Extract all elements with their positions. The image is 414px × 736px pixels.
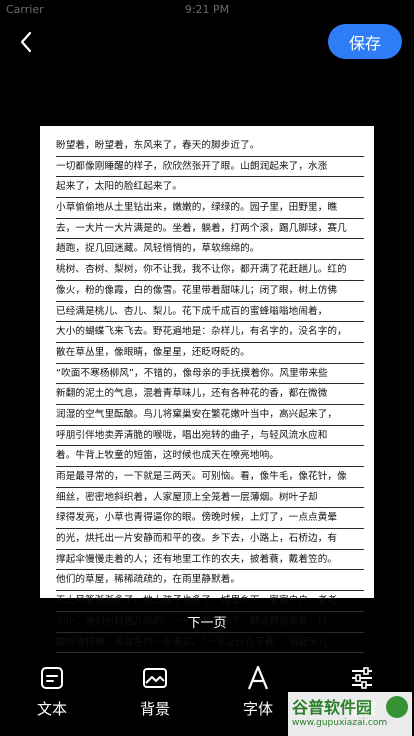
chevron-left-icon (20, 31, 32, 53)
text-line: 起来了，太阳的脸红起来了。 (56, 177, 364, 199)
text-line: 细丝，密密地斜织着，人家屋顶上全笼着一层薄烟。树叶子却 (56, 488, 364, 509)
text-line: 新翻的泥土的气息，混着青草味儿，还有各种花的香，都在微微 (56, 384, 364, 405)
watermark-logo-icon (386, 696, 408, 718)
tool-background[interactable]: 背景 (125, 660, 185, 724)
tool-text-label: 文本 (36, 700, 67, 718)
status-bar: Carrier 9:21 PM (0, 0, 414, 20)
text-line: 趟跑，捉几回迷藏。风轻悄悄的，草软绵绵的。 (56, 239, 364, 261)
text-line: 盼望着，盼望着，东风来了，春天的脚步近了。 (56, 136, 364, 157)
text-line: 大小的蝴蝶飞来飞去。野花遍地是：杂样儿，有名字的，没名字的， (56, 322, 364, 343)
text-line: 一切都像刚睡醒的样子，欣欣然张开了眼。山朗润起来了，水涨 (56, 157, 364, 178)
text-line: 桃树、杏树、梨树，你不让我，我不让你，都开满了花赶趟儿。红的 (56, 260, 364, 281)
text-line: 呼朋引伴地卖弄清脆的喉咙，唱出宛转的曲子，与轻风流水应和 (56, 426, 364, 447)
text-line: 润湿的空气里酝酿。鸟儿将窠巢安在繁花嫩叶当中，高兴起来了， (56, 405, 364, 426)
tool-text[interactable]: 文本 (22, 660, 82, 724)
watermark: 谷普软件园 www.gupuxiazai.com (288, 692, 412, 736)
next-page-button[interactable]: 下一页 (0, 612, 414, 631)
handwriting-page: 盼望着，盼望着，东风来了，春天的脚步近了。 一切都像刚睡醒的样子，欣欣然张开了眼。… (40, 126, 374, 654)
sliders-icon (352, 667, 372, 689)
text-line: 去，一大片一大片满是的。坐着，躺着，打两个滚，踢几脚球，赛几 (56, 219, 364, 240)
text-line: 小草偷偷地从土里钻出来，嫩嫩的，绿绿的。园子里，田野里，瞧 (56, 198, 364, 219)
save-button[interactable]: 保存 (328, 24, 402, 59)
font-icon (247, 665, 269, 690)
text-line: 着。牛背上牧童的短笛，这时候也成天在嘹亮地响。 (56, 446, 364, 467)
text-line: 天上风筝渐渐多了，地上孩子也多了。城里乡下，家家户户，老老 (56, 591, 364, 612)
tool-font-label: 字体 (242, 700, 273, 718)
back-button[interactable] (10, 24, 42, 60)
image-icon (143, 668, 167, 688)
tool-background-label: 背景 (139, 700, 170, 718)
watermark-subtitle: www.gupuxiazai.com (292, 718, 388, 728)
text-line: 已经满是桃儿、杏儿、梨儿。花下成千成百的蜜蜂嗡嗡地闹着， (56, 302, 364, 323)
nav-bar: 保存 (0, 20, 414, 64)
text-line: 绿得发亮，小草也青得逼你的眼。傍晚时候，上灯了，一点点黄晕 (56, 508, 364, 530)
watermark-title: 谷普软件园 (292, 698, 373, 717)
text-line: 擞抖擞精神，各做各的一份事去。“一年之计在于春”，刚起头儿， (56, 633, 364, 654)
text-line: 雨是最寻常的，一下就是三两天。可别恼。看，像牛毛，像花针，像 (56, 467, 364, 488)
text-line: 散在草丛里，像眼睛，像星星，还眨呀眨的。 (56, 343, 364, 364)
status-time: 9:21 PM (184, 3, 230, 16)
text-line: “吹面不寒杨柳风”，不错的，像母亲的手抚摸着你。风里带来些 (56, 364, 364, 385)
text-line: 像火，粉的像霞，白的像雪。花里带着甜味儿；闭了眼，树上仿佛 (56, 281, 364, 302)
text-line: 他们的草屋，稀稀疏疏的，在雨里静默着。 (56, 570, 364, 592)
text-line: 撑起伞慢慢走着的人；还有地里工作的农夫，披着蓑，戴着笠的。 (56, 550, 364, 571)
text-line: 的光，烘托出一片安静而和平的夜。乡下去，小路上，石桥边，有 (56, 529, 364, 550)
page-lines: 盼望着，盼望着，东风来了，春天的脚步近了。 一切都像刚睡醒的样子，欣欣然张开了眼。… (56, 136, 364, 654)
tool-font[interactable]: 字体 (228, 660, 288, 724)
text-icon (41, 667, 63, 689)
